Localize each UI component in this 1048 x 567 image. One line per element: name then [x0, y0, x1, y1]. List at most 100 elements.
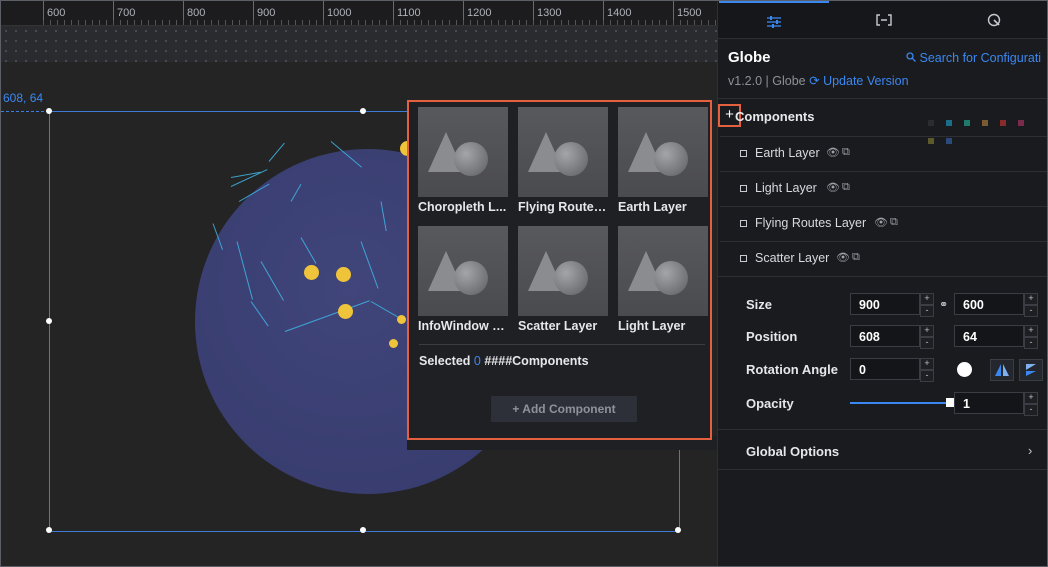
ruler-minor-tick	[491, 20, 492, 25]
config-icon[interactable]: ⧉	[852, 251, 860, 264]
position-y-input[interactable]: 64	[954, 325, 1024, 347]
color-swatch[interactable]	[1018, 120, 1024, 126]
ruler-minor-tick	[85, 20, 86, 25]
opacity-slider[interactable]	[850, 402, 950, 404]
eye-icon[interactable]: 👁	[874, 216, 888, 229]
ruler-minor-tick	[561, 20, 562, 25]
component-thumbnail	[418, 107, 508, 197]
bracket-icon	[876, 14, 892, 26]
ruler-minor-tick	[715, 20, 716, 25]
color-swatch[interactable]	[946, 120, 952, 126]
resize-handle[interactable]	[46, 527, 52, 533]
component-card-choropleth[interactable]: Choropleth L...	[418, 107, 508, 222]
eye-icon[interactable]: 👁	[826, 146, 840, 159]
tab-settings[interactable]	[719, 1, 829, 40]
ruler-minor-tick	[400, 20, 401, 25]
component-card-infowindow[interactable]: InfoWindow L...	[418, 226, 510, 341]
ruler-minor-tick	[603, 20, 604, 25]
ruler-minor-tick	[442, 20, 443, 25]
layer-item-scatter[interactable]: Scatter Layer 👁 ⧉	[720, 241, 1047, 276]
rotation-input[interactable]: 0	[850, 358, 920, 380]
global-options-toggle[interactable]: Global Options	[746, 444, 839, 459]
color-swatch[interactable]	[928, 120, 934, 126]
components-title: Components	[735, 109, 815, 124]
tab-data[interactable]	[829, 1, 939, 38]
size-width-input[interactable]: 900	[850, 293, 920, 315]
layer-item-light[interactable]: Light Layer 👁 ⧉	[720, 171, 1047, 206]
flip-horizontal-button[interactable]	[990, 359, 1014, 381]
ruler-minor-tick	[127, 20, 128, 25]
search-icon	[906, 52, 916, 62]
component-card-flying-routes[interactable]: Flying Routes...	[518, 107, 610, 222]
ruler-minor-tick	[162, 20, 163, 25]
size-height-stepper[interactable]: + -	[1024, 293, 1038, 317]
update-version-link[interactable]: ⟳ Update Version	[809, 74, 908, 88]
panel-tabs	[718, 1, 1047, 40]
tab-interaction[interactable]	[939, 1, 1047, 38]
ruler-minor-tick	[78, 20, 79, 25]
panel-title: Globe	[728, 49, 771, 66]
color-swatch[interactable]	[1000, 120, 1006, 126]
component-card-earth[interactable]: Earth Layer	[618, 107, 708, 222]
ruler-minor-tick	[519, 20, 520, 25]
config-icon[interactable]: ⧉	[842, 146, 850, 159]
flip-vertical-icon	[1026, 364, 1036, 376]
ruler-minor-tick	[267, 20, 268, 25]
layer-item-earth[interactable]: Earth Layer 👁 ⧉	[720, 136, 1047, 171]
search-config-link[interactable]: Search for Configurati	[906, 51, 1041, 65]
ruler-minor-tick	[701, 20, 702, 25]
ruler-minor-tick	[505, 20, 506, 25]
ruler-minor-tick	[232, 20, 233, 25]
ruler-minor-tick	[120, 20, 121, 25]
component-card-scatter[interactable]: Scatter Layer	[518, 226, 608, 341]
resize-handle[interactable]	[360, 108, 366, 114]
ruler-minor-tick	[379, 20, 380, 25]
ruler-minor-tick	[631, 20, 632, 25]
size-width-stepper[interactable]: + -	[920, 293, 934, 317]
ruler-minor-tick	[330, 20, 331, 25]
layer-label: Earth Layer	[755, 146, 820, 160]
rotation-stepper[interactable]: + -	[920, 358, 934, 382]
ruler-minor-tick	[666, 20, 667, 25]
layer-checkbox[interactable]	[740, 185, 747, 192]
ruler-minor-tick	[169, 20, 170, 25]
flip-vertical-button[interactable]	[1019, 359, 1043, 381]
layer-item-flying-routes[interactable]: Flying Routes Layer 👁 ⧉	[720, 206, 1047, 241]
divider	[718, 469, 1047, 470]
color-swatch[interactable]	[964, 120, 970, 126]
ruler-minor-tick	[141, 20, 142, 25]
position-x-stepper[interactable]: + -	[920, 325, 934, 349]
config-icon[interactable]: ⧉	[842, 181, 850, 194]
resize-handle[interactable]	[675, 527, 681, 533]
ruler-minor-tick	[43, 20, 44, 25]
color-swatch[interactable]	[982, 120, 988, 126]
resize-handle[interactable]	[46, 108, 52, 114]
eye-icon[interactable]: 👁	[826, 181, 840, 194]
link-icon[interactable]: ⚭	[939, 298, 948, 311]
position-y-stepper[interactable]: + -	[1024, 325, 1038, 349]
component-card-light[interactable]: Light Layer	[618, 226, 708, 341]
version-info: v1.2.0 | Globe ⟳ Update Version	[728, 74, 909, 88]
size-height-input[interactable]: 600	[954, 293, 1024, 315]
chevron-right-icon[interactable]: ›	[1028, 443, 1032, 458]
layer-checkbox[interactable]	[740, 220, 747, 227]
opacity-stepper[interactable]: + -	[1024, 392, 1038, 416]
ruler-minor-tick	[71, 20, 72, 25]
ruler-minor-tick	[547, 20, 548, 25]
ruler-minor-tick	[652, 20, 653, 25]
rotation-knob[interactable]	[957, 362, 972, 377]
layer-checkbox[interactable]	[740, 150, 747, 157]
add-component-button[interactable]: + Add Component	[491, 396, 637, 422]
resize-handle[interactable]	[360, 527, 366, 533]
opacity-input[interactable]: 1	[954, 392, 1024, 414]
interaction-icon	[987, 13, 1001, 27]
ruler-minor-tick	[176, 20, 177, 25]
ruler-minor-tick	[589, 20, 590, 25]
position-x-input[interactable]: 608	[850, 325, 920, 347]
eye-icon[interactable]: 👁	[836, 251, 850, 264]
ruler-minor-tick	[134, 20, 135, 25]
config-icon[interactable]: ⧉	[890, 216, 898, 229]
resize-handle[interactable]	[46, 318, 52, 324]
add-component-popover: Choropleth L... Flying Routes... Earth L…	[407, 100, 712, 440]
layer-checkbox[interactable]	[740, 255, 747, 262]
